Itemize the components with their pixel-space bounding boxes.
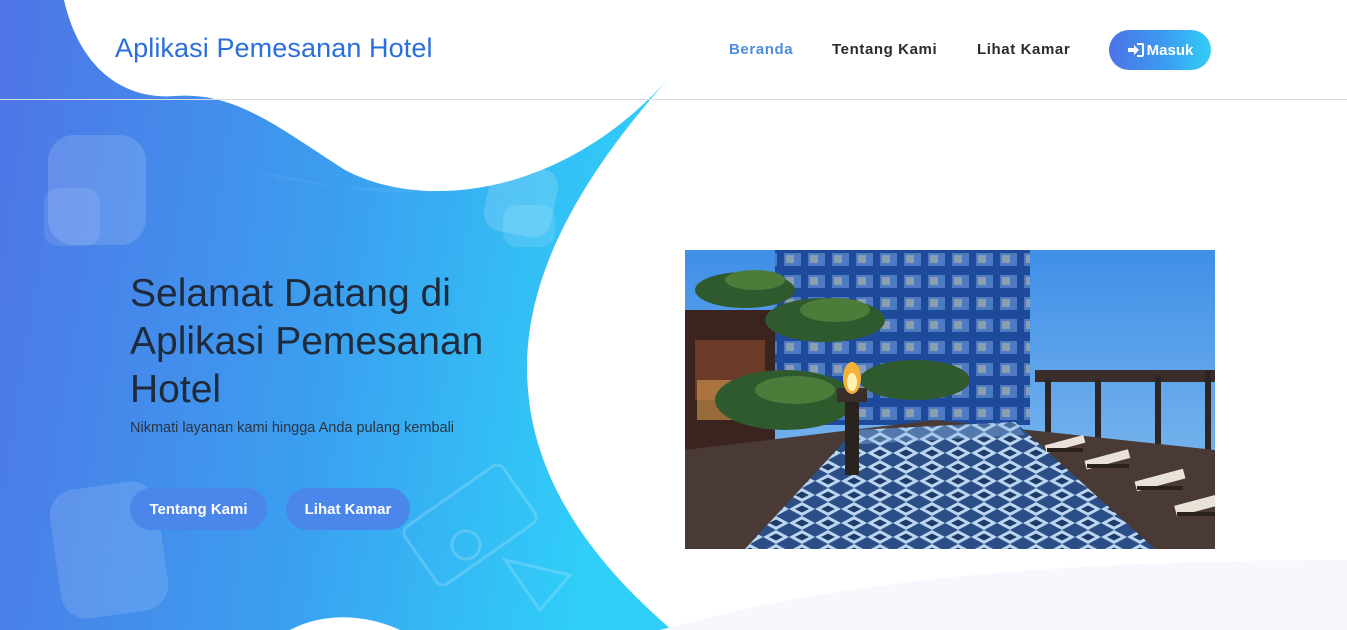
nav-link-tentang-kami[interactable]: Tentang Kami xyxy=(832,41,937,58)
about-us-button[interactable]: Tentang Kami xyxy=(130,488,267,530)
nav-link-lihat-kamar[interactable]: Lihat Kamar xyxy=(977,41,1070,58)
hero-title: Selamat Datang di Aplikasi Pemesanan Hot… xyxy=(130,272,484,411)
login-button-label: Masuk xyxy=(1146,41,1194,59)
hero-subtitle: Nikmati layanan kami hingga Anda pulang … xyxy=(130,420,455,436)
hotel-pool-image xyxy=(685,250,1215,549)
brand-title[interactable]: Aplikasi Pemesanan Hotel xyxy=(115,33,433,64)
sign-in-icon xyxy=(1127,43,1144,57)
top-navbar: Aplikasi Pemesanan Hotel Beranda Tentang… xyxy=(0,0,1347,100)
login-button[interactable]: Masuk xyxy=(1109,30,1211,70)
view-rooms-button[interactable]: Lihat Kamar xyxy=(286,488,410,530)
nav-link-beranda[interactable]: Beranda xyxy=(729,41,793,58)
